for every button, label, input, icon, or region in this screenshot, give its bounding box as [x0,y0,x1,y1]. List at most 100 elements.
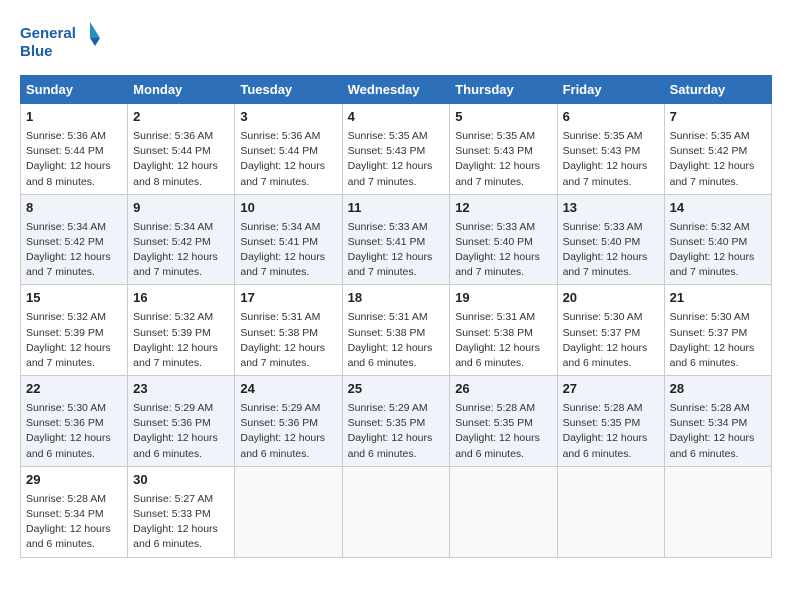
col-sunday: Sunday [21,76,128,104]
page-header: General Blue [20,20,772,65]
calendar-cell: 7 Sunrise: 5:35 AM Sunset: 5:42 PM Dayli… [664,104,771,195]
daylight-label: Daylight: 12 hours and 6 minutes. [455,342,540,369]
calendar-cell: 14 Sunrise: 5:32 AM Sunset: 5:40 PM Dayl… [664,194,771,285]
daylight-label: Daylight: 12 hours and 8 minutes. [26,160,111,187]
sunrise-label: Sunrise: 5:32 AM [26,311,106,323]
sunrise-label: Sunrise: 5:33 AM [348,221,428,233]
sunrise-label: Sunrise: 5:28 AM [670,402,750,414]
calendar-cell: 9 Sunrise: 5:34 AM Sunset: 5:42 PM Dayli… [128,194,235,285]
sunrise-label: Sunrise: 5:32 AM [133,311,213,323]
calendar-cell: 21 Sunrise: 5:30 AM Sunset: 5:37 PM Dayl… [664,285,771,376]
daylight-label: Daylight: 12 hours and 6 minutes. [133,523,218,550]
day-number: 28 [670,380,766,399]
calendar-cell: 24 Sunrise: 5:29 AM Sunset: 5:36 PM Dayl… [235,376,342,467]
sunrise-label: Sunrise: 5:28 AM [26,493,106,505]
sunrise-label: Sunrise: 5:28 AM [563,402,643,414]
sunrise-label: Sunrise: 5:34 AM [26,221,106,233]
sunset-label: Sunset: 5:39 PM [26,327,104,339]
day-number: 6 [563,108,659,127]
day-number: 29 [26,471,122,490]
sunrise-label: Sunrise: 5:29 AM [133,402,213,414]
daylight-label: Daylight: 12 hours and 6 minutes. [133,432,218,459]
sunset-label: Sunset: 5:41 PM [240,236,318,248]
sunrise-label: Sunrise: 5:31 AM [240,311,320,323]
daylight-label: Daylight: 12 hours and 7 minutes. [455,160,540,187]
daylight-label: Daylight: 12 hours and 6 minutes. [670,342,755,369]
daylight-label: Daylight: 12 hours and 7 minutes. [563,251,648,278]
sunrise-label: Sunrise: 5:30 AM [670,311,750,323]
day-number: 1 [26,108,122,127]
daylight-label: Daylight: 12 hours and 7 minutes. [240,251,325,278]
calendar-cell: 15 Sunrise: 5:32 AM Sunset: 5:39 PM Dayl… [21,285,128,376]
sunset-label: Sunset: 5:42 PM [670,145,748,157]
daylight-label: Daylight: 12 hours and 6 minutes. [26,432,111,459]
sunset-label: Sunset: 5:41 PM [348,236,426,248]
daylight-label: Daylight: 12 hours and 7 minutes. [348,251,433,278]
daylight-label: Daylight: 12 hours and 7 minutes. [133,342,218,369]
calendar-cell: 30 Sunrise: 5:27 AM Sunset: 5:33 PM Dayl… [128,466,235,557]
calendar-week-5: 29 Sunrise: 5:28 AM Sunset: 5:34 PM Dayl… [21,466,772,557]
sunset-label: Sunset: 5:37 PM [670,327,748,339]
calendar-week-3: 15 Sunrise: 5:32 AM Sunset: 5:39 PM Dayl… [21,285,772,376]
daylight-label: Daylight: 12 hours and 7 minutes. [26,251,111,278]
svg-text:Blue: Blue [20,43,53,60]
day-number: 5 [455,108,551,127]
calendar-cell: 28 Sunrise: 5:28 AM Sunset: 5:34 PM Dayl… [664,376,771,467]
sunset-label: Sunset: 5:40 PM [563,236,641,248]
calendar-cell: 1 Sunrise: 5:36 AM Sunset: 5:44 PM Dayli… [21,104,128,195]
sunset-label: Sunset: 5:33 PM [133,508,211,520]
col-wednesday: Wednesday [342,76,450,104]
calendar-cell: 19 Sunrise: 5:31 AM Sunset: 5:38 PM Dayl… [450,285,557,376]
calendar-cell: 16 Sunrise: 5:32 AM Sunset: 5:39 PM Dayl… [128,285,235,376]
day-number: 26 [455,380,551,399]
sunrise-label: Sunrise: 5:33 AM [563,221,643,233]
day-number: 9 [133,199,229,218]
col-tuesday: Tuesday [235,76,342,104]
calendar-cell: 25 Sunrise: 5:29 AM Sunset: 5:35 PM Dayl… [342,376,450,467]
day-number: 7 [670,108,766,127]
sunset-label: Sunset: 5:38 PM [240,327,318,339]
calendar-cell: 13 Sunrise: 5:33 AM Sunset: 5:40 PM Dayl… [557,194,664,285]
logo-svg: General Blue [20,20,100,65]
calendar-cell [664,466,771,557]
sunset-label: Sunset: 5:38 PM [455,327,533,339]
sunset-label: Sunset: 5:44 PM [133,145,211,157]
sunset-label: Sunset: 5:42 PM [26,236,104,248]
sunset-label: Sunset: 5:44 PM [26,145,104,157]
day-number: 13 [563,199,659,218]
sunrise-label: Sunrise: 5:34 AM [133,221,213,233]
calendar-cell: 23 Sunrise: 5:29 AM Sunset: 5:36 PM Dayl… [128,376,235,467]
calendar-cell: 29 Sunrise: 5:28 AM Sunset: 5:34 PM Dayl… [21,466,128,557]
daylight-label: Daylight: 12 hours and 6 minutes. [563,432,648,459]
daylight-label: Daylight: 12 hours and 7 minutes. [348,160,433,187]
sunrise-label: Sunrise: 5:35 AM [455,130,535,142]
sunset-label: Sunset: 5:43 PM [348,145,426,157]
day-number: 16 [133,289,229,308]
day-number: 25 [348,380,445,399]
sunrise-label: Sunrise: 5:29 AM [348,402,428,414]
daylight-label: Daylight: 12 hours and 7 minutes. [240,160,325,187]
sunset-label: Sunset: 5:35 PM [455,417,533,429]
calendar-cell [342,466,450,557]
sunset-label: Sunset: 5:34 PM [26,508,104,520]
sunrise-label: Sunrise: 5:29 AM [240,402,320,414]
sunset-label: Sunset: 5:40 PM [670,236,748,248]
sunset-label: Sunset: 5:43 PM [455,145,533,157]
day-number: 3 [240,108,336,127]
day-number: 30 [133,471,229,490]
calendar-cell: 8 Sunrise: 5:34 AM Sunset: 5:42 PM Dayli… [21,194,128,285]
sunset-label: Sunset: 5:40 PM [455,236,533,248]
daylight-label: Daylight: 12 hours and 7 minutes. [240,342,325,369]
calendar-cell: 20 Sunrise: 5:30 AM Sunset: 5:37 PM Dayl… [557,285,664,376]
sunrise-label: Sunrise: 5:36 AM [26,130,106,142]
sunrise-label: Sunrise: 5:27 AM [133,493,213,505]
sunrise-label: Sunrise: 5:35 AM [563,130,643,142]
day-number: 14 [670,199,766,218]
calendar-cell: 17 Sunrise: 5:31 AM Sunset: 5:38 PM Dayl… [235,285,342,376]
daylight-label: Daylight: 12 hours and 7 minutes. [455,251,540,278]
daylight-label: Daylight: 12 hours and 6 minutes. [455,432,540,459]
calendar-week-4: 22 Sunrise: 5:30 AM Sunset: 5:36 PM Dayl… [21,376,772,467]
day-number: 22 [26,380,122,399]
calendar-cell: 11 Sunrise: 5:33 AM Sunset: 5:41 PM Dayl… [342,194,450,285]
calendar-cell: 10 Sunrise: 5:34 AM Sunset: 5:41 PM Dayl… [235,194,342,285]
